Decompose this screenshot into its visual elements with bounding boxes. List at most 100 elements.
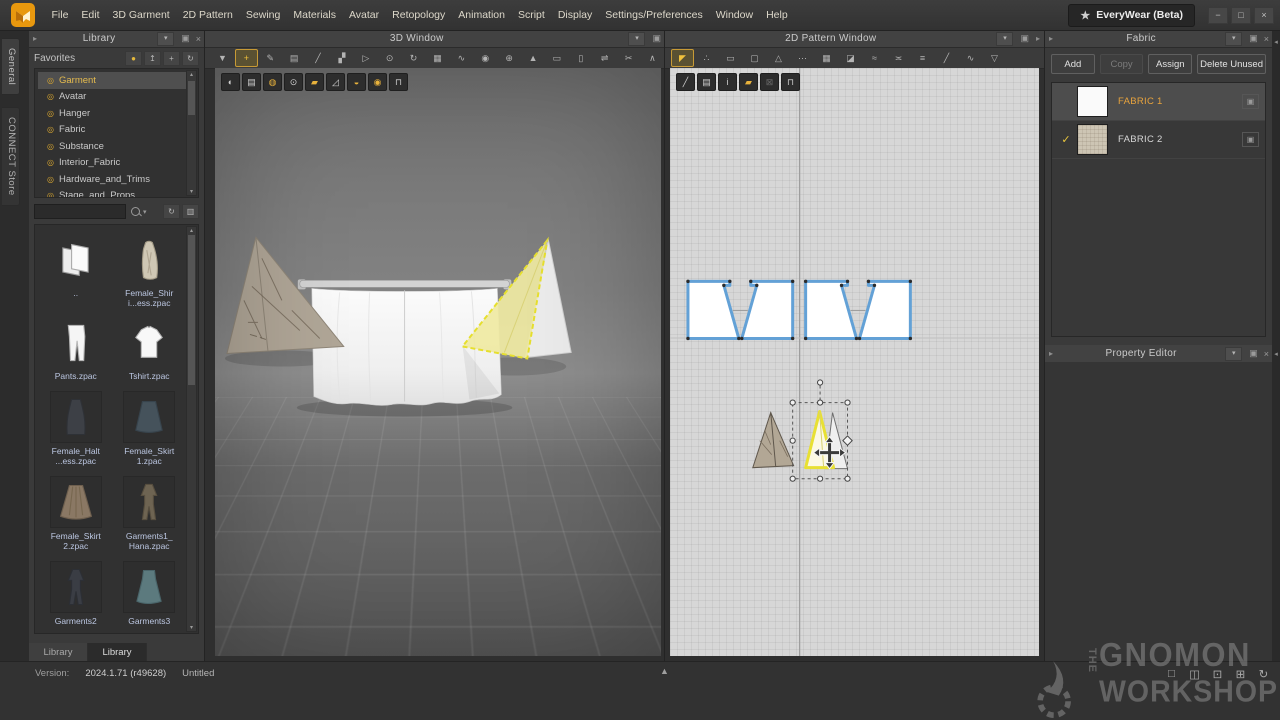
scissors-icon[interactable]: ✂ <box>617 49 640 67</box>
favorite-item-garment[interactable]: ◎ Garment <box>38 72 186 89</box>
select-move-icon[interactable]: + <box>234 49 258 67</box>
transform-pattern-icon[interactable]: ◤ <box>671 49 694 67</box>
sewing-icon[interactable]: ◉ <box>474 49 497 67</box>
menu-edit[interactable]: Edit <box>75 9 106 21</box>
library-item-female-halt[interactable]: Female_Halt ...ess.zpac <box>39 391 113 466</box>
texture-sphere-icon[interactable]: ◉ <box>368 73 387 91</box>
polygon-icon[interactable]: ▢ <box>743 49 766 67</box>
rectangle-icon[interactable]: ▭ <box>719 49 742 67</box>
measure-icon[interactable]: ▲ <box>522 49 545 67</box>
library-item-female-skirt[interactable]: Female_Skirt 1.zpac <box>113 391 187 466</box>
scroll-down-icon[interactable]: ▾ <box>187 624 196 631</box>
2d-canvas[interactable]: ╱ ▤ i ▰ ⊠ ⊓ <box>670 68 1039 656</box>
pin-icon[interactable]: ▸ <box>1045 34 1057 43</box>
lock-icon[interactable]: ⊠ <box>760 73 779 91</box>
refresh-view-icon[interactable]: ↻ <box>163 204 180 219</box>
layout-mixed-icon[interactable]: ⊡ <box>1209 666 1226 681</box>
favorite-item-stage-and-props[interactable]: ◎ Stage_and_Props <box>38 188 186 197</box>
scroll-up-icon[interactable]: ▴ <box>187 227 196 234</box>
close-icon[interactable]: × <box>1261 34 1272 44</box>
chevron-down-icon[interactable]: ▾ <box>628 31 646 46</box>
library-item-garments1[interactable]: Garments1_ Hana.zpac <box>113 476 187 551</box>
avatar-tool-icon[interactable]: ⊙ <box>378 49 401 67</box>
internal-line-icon[interactable]: ╱ <box>935 49 958 67</box>
pin-icon[interactable]: ◂ <box>1272 350 1280 358</box>
ruler-3d-icon[interactable]: ⊓ <box>389 73 408 91</box>
edit-curve-icon[interactable]: ⋯ <box>791 49 814 67</box>
library-item-female-shir[interactable]: Female_Shir i...ess.zpac <box>113 235 187 308</box>
library-item-[interactable]: .. <box>39 235 113 308</box>
close-button[interactable]: × <box>1254 6 1274 24</box>
search-filter-chevron-icon[interactable]: ▾ <box>143 208 147 216</box>
3d-viewport[interactable]: ◐ ▤ ◍ ⊙ ▰ ◿ ◒ ◉ ⊓ <box>215 68 661 656</box>
avatar-skin-icon[interactable]: ◒ <box>347 73 366 91</box>
menu-materials[interactable]: Materials <box>287 9 343 21</box>
cloth-view-icon[interactable]: ◿ <box>326 73 345 91</box>
layout-grid-icon[interactable]: ⊞ <box>1232 666 1249 681</box>
detach-icon[interactable]: ▣ <box>1246 33 1261 44</box>
refresh-icon[interactable]: ↻ <box>182 50 199 66</box>
favorite-item-hardware-and-trims[interactable]: ◎ Hardware_and_Trims <box>38 171 186 188</box>
library-tab[interactable]: Library <box>88 643 147 661</box>
tab-connect-store[interactable]: CONNECT Store <box>2 107 20 206</box>
tab-general[interactable]: General <box>2 38 20 96</box>
scroll-up-icon[interactable]: ▴ <box>187 71 196 78</box>
segment-sew-icon[interactable]: ≈ <box>863 49 886 67</box>
layout-two-icon[interactable]: ◫ <box>1186 666 1203 681</box>
search-icon[interactable] <box>131 207 140 216</box>
menu-avatar[interactable]: Avatar <box>342 9 385 21</box>
favorite-item-fabric[interactable]: ◎ Fabric <box>38 122 186 139</box>
library-item-pants-zpac[interactable]: Pants.zpac <box>39 318 113 381</box>
garment-edit-icon[interactable]: ▤ <box>283 49 306 67</box>
minimize-button[interactable]: − <box>1208 6 1228 24</box>
pin-icon[interactable]: ▸ <box>29 34 41 43</box>
stitch-icon[interactable]: ╱ <box>307 49 330 67</box>
library-item-tshirt-zpac[interactable]: Tshirt.zpac <box>113 318 187 381</box>
browser-scrollbar[interactable]: ▴ ▾ <box>186 226 197 632</box>
detach-icon[interactable]: ▣ <box>178 33 193 44</box>
simulate-icon[interactable]: ▼ <box>211 49 234 67</box>
favorite-item-substance[interactable]: ◎ Substance <box>38 138 186 155</box>
hanger-icon[interactable]: ▯ <box>569 49 592 67</box>
export-icon[interactable]: ▣ <box>1242 94 1259 109</box>
fabric-paper-icon[interactable]: ▰ <box>305 73 324 91</box>
arrange-icon[interactable]: ▷ <box>354 49 377 67</box>
pin-icon[interactable]: ▸ <box>1032 34 1044 43</box>
library-item-garments3[interactable]: Garments3 <box>113 561 187 626</box>
import-icon[interactable]: ↥ <box>144 50 161 66</box>
shirt-2d-icon[interactable]: ▽ <box>983 49 1006 67</box>
collapse-panel-arrow[interactable]: ▲ <box>660 666 669 676</box>
pleats-icon[interactable]: ≡ <box>911 49 934 67</box>
pin-icon[interactable]: ▸ <box>1045 349 1057 358</box>
ruler-2d-icon[interactable]: ⊓ <box>781 73 800 91</box>
layout-single-icon[interactable]: □ <box>1163 666 1180 681</box>
view-mode-icon[interactable]: ▥ <box>182 204 199 219</box>
menu-display[interactable]: Display <box>551 9 598 21</box>
fold-arrangement-icon[interactable]: ▞ <box>330 49 353 67</box>
library-tab[interactable]: Library <box>29 643 88 661</box>
library-item-garments2[interactable]: Garments2 <box>39 561 113 626</box>
chevron-down-icon[interactable]: ▾ <box>157 31 175 46</box>
free-sew-icon[interactable]: ≍ <box>887 49 910 67</box>
trace-icon[interactable]: △ <box>767 49 790 67</box>
iron-icon[interactable]: ◪ <box>839 49 862 67</box>
pattern-panel[interactable] <box>857 279 912 340</box>
tape-icon[interactable]: ∿ <box>450 49 473 67</box>
show-pattern-icon[interactable]: ▤ <box>242 73 261 91</box>
add-button[interactable]: Add <box>1051 54 1095 74</box>
layout-reset-icon[interactable]: ↻ <box>1255 666 1272 681</box>
detach-icon[interactable]: ▣ <box>1246 348 1261 359</box>
pattern-panel[interactable] <box>740 279 795 340</box>
chevron-down-icon[interactable]: ▾ <box>1225 346 1243 361</box>
shirt-texture-icon[interactable]: ▤ <box>697 73 716 91</box>
menu-file[interactable]: File <box>45 9 75 21</box>
rotate-icon[interactable]: ↻ <box>402 49 425 67</box>
export-icon[interactable]: ▣ <box>1242 132 1259 147</box>
grid-arrange-icon[interactable]: ▦ <box>426 49 449 67</box>
pattern-panel[interactable] <box>804 279 858 340</box>
pen-3d-icon[interactable]: ✎ <box>259 49 282 67</box>
menu-sewing[interactable]: Sewing <box>239 9 286 21</box>
symmetry-icon[interactable]: ⇌ <box>593 49 616 67</box>
pin-icon[interactable]: ◂ <box>1272 38 1280 46</box>
pattern-piece-tan-2d[interactable] <box>752 411 795 469</box>
